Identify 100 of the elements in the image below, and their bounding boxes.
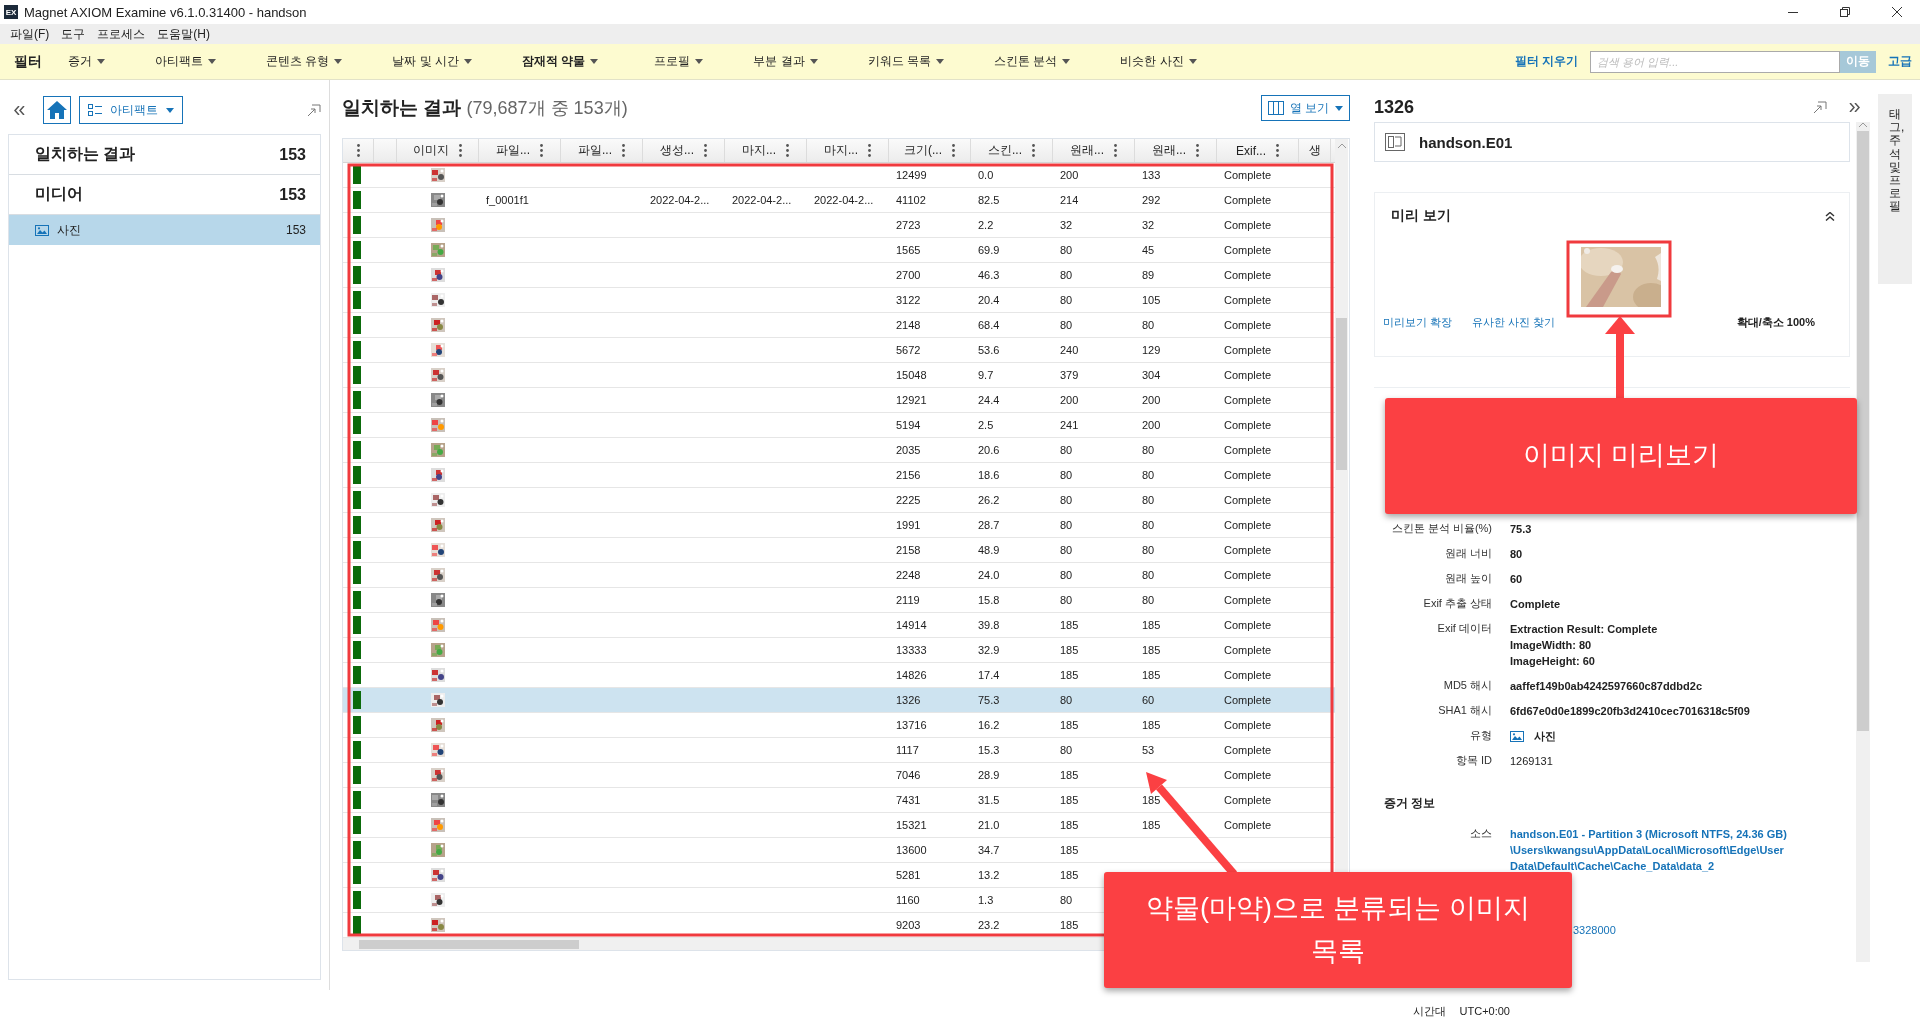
table-row[interactable]: 7431 31.5 185 185 Complete xyxy=(343,788,1335,813)
table-cell: 185 xyxy=(1142,819,1161,831)
filter-dropdown[interactable]: 스킨톤 분석 xyxy=(994,53,1071,70)
table-cell: Complete xyxy=(1224,519,1272,531)
column-header[interactable]: 마지... xyxy=(807,139,889,162)
collapse-icon[interactable] xyxy=(14,105,25,115)
chevron-up-icon[interactable] xyxy=(1825,211,1835,221)
columns-button[interactable]: 열 보기 xyxy=(1260,95,1350,121)
table-row[interactable]: 2035 20.6 80 80 Complete xyxy=(343,438,1335,463)
table-cell: Complete xyxy=(1224,294,1272,306)
column-header[interactable]: 원래... xyxy=(1053,139,1135,162)
table-row[interactable]: 13600 34.7 185 xyxy=(343,838,1335,863)
kebab-icon[interactable] xyxy=(868,144,871,157)
caret-icon xyxy=(1188,59,1197,64)
filter-dropdown[interactable]: 비슷한 사진 xyxy=(1120,53,1197,70)
scrollbar[interactable] xyxy=(1856,122,1870,962)
column-header[interactable]: 스킨... xyxy=(971,139,1053,162)
table-row[interactable]: 5672 53.6 240 129 Complete xyxy=(343,338,1335,363)
table-cell: 200 xyxy=(1142,419,1161,431)
kebab-icon[interactable] xyxy=(1276,144,1279,157)
column-header[interactable]: 크기(... xyxy=(889,139,971,162)
menu-item[interactable]: 파일(F) xyxy=(10,25,50,43)
status-marker xyxy=(353,416,361,434)
table-cell: 5672 xyxy=(896,344,921,356)
filter-dropdown[interactable]: 프로필 xyxy=(654,53,704,70)
preview-link[interactable]: 유사한 사진 찾기 xyxy=(1472,315,1556,330)
table-row[interactable]: 1565 69.9 80 45 Complete xyxy=(343,238,1335,263)
column-header[interactable]: 파일... xyxy=(479,139,561,162)
kebab-icon[interactable] xyxy=(952,144,955,157)
status-label: 시간대 xyxy=(1412,1003,1446,1019)
table-row[interactable]: 15321 21.0 185 185 Complete xyxy=(343,813,1335,838)
table-row[interactable]: 2158 48.9 80 80 Complete xyxy=(343,538,1335,563)
menu-item[interactable]: 도구 xyxy=(61,25,86,43)
filter-dropdown[interactable]: 잠재적 약물 xyxy=(522,53,599,70)
menu-item[interactable]: 프로세스 xyxy=(97,25,146,43)
table-cell: Complete xyxy=(1224,669,1272,681)
scrollbar-thumb[interactable] xyxy=(359,939,579,949)
kebab-icon[interactable] xyxy=(459,144,462,157)
kebab-icon[interactable] xyxy=(1196,144,1199,157)
kebab-icon[interactable] xyxy=(1032,144,1035,157)
column-header[interactable]: 파일... xyxy=(561,139,643,162)
search-field[interactable]: 검색 용어 입력... xyxy=(1590,50,1840,73)
side-tab[interactable]: 태그, 주석 및 프로필 xyxy=(1878,94,1912,284)
kebab-icon[interactable] xyxy=(540,144,543,157)
table-row[interactable]: 1326 75.3 80 60 Complete xyxy=(343,688,1335,713)
detail-link[interactable]: 3328000 xyxy=(1573,924,1850,936)
annotation-tooltip: 이미지 미리보기 xyxy=(1385,398,1857,514)
table-row[interactable]: 15048 9.7 379 304 Complete xyxy=(343,363,1335,388)
tree-item[interactable]: 사진 153 xyxy=(9,215,320,245)
table-row[interactable]: 5194 2.5 241 200 Complete xyxy=(343,413,1335,438)
caret-icon xyxy=(936,59,945,64)
preview-link[interactable]: 미리보기 확장 xyxy=(1383,315,1453,330)
filter-dropdown[interactable]: 증거 xyxy=(68,53,105,70)
clear-filters-link[interactable]: 필터 지우기 xyxy=(1514,53,1578,70)
filter-dropdown[interactable]: 부분 결과 xyxy=(753,53,818,70)
kebab-icon[interactable] xyxy=(1114,144,1117,157)
table-row[interactable]: f_0001f1 2022-04-2... 2022-04-2... 2022-04-2... 41102 82.5 214 292 Complete xyxy=(343,188,1335,213)
table-row[interactable]: 2156 18.6 80 80 Complete xyxy=(343,463,1335,488)
column-header[interactable]: 이미지 xyxy=(397,139,479,162)
advanced-link[interactable]: 고급 xyxy=(1888,53,1912,70)
table-row[interactable]: 1991 28.7 80 80 Complete xyxy=(343,513,1335,538)
kebab-icon[interactable] xyxy=(704,144,707,157)
table-row[interactable]: 2225 26.2 80 80 Complete xyxy=(343,488,1335,513)
chevron-up-icon xyxy=(1859,122,1867,127)
filter-dropdown[interactable]: 아티팩트 xyxy=(155,53,216,70)
table-row[interactable]: 12921 24.4 200 200 Complete xyxy=(343,388,1335,413)
kebab-icon[interactable] xyxy=(622,144,625,157)
table-row[interactable]: 2119 15.8 80 80 Complete xyxy=(343,588,1335,613)
filter-dropdown[interactable]: 콘텐츠 유형 xyxy=(266,53,343,70)
home-button[interactable] xyxy=(43,96,71,124)
tree-item[interactable]: 일치하는 결과 153 xyxy=(9,135,320,175)
kebab-icon[interactable] xyxy=(356,144,360,157)
table-row[interactable]: 2248 24.0 80 80 Complete xyxy=(343,563,1335,588)
view-dropdown[interactable]: 아티팩트 xyxy=(79,96,183,124)
table-row[interactable]: 12499 0.0 200 133 Complete xyxy=(343,163,1335,188)
expand-icon[interactable] xyxy=(1849,102,1860,112)
filter-dropdown[interactable]: 날짜 및 시간 xyxy=(392,53,472,70)
menu-item[interactable]: 도움말(H) xyxy=(157,25,210,43)
scrollbar-thumb[interactable] xyxy=(1857,131,1869,731)
table-row[interactable]: 3122 20.4 80 105 Complete xyxy=(343,288,1335,313)
column-header[interactable]: 생 xyxy=(1299,139,1331,162)
pin-icon[interactable] xyxy=(307,103,321,117)
table-row[interactable]: 13333 32.9 185 185 Complete xyxy=(343,638,1335,663)
table-row[interactable]: 2148 68.4 80 80 Complete xyxy=(343,313,1335,338)
scrollbar-thumb[interactable] xyxy=(1336,318,1347,470)
table-row[interactable]: 2700 46.3 80 89 Complete xyxy=(343,263,1335,288)
table-cell: 28.9 xyxy=(978,769,1000,781)
table-row[interactable]: 1117 15.3 80 53 Complete xyxy=(343,738,1335,763)
pin-icon[interactable] xyxy=(1813,100,1827,114)
source-link[interactable]: handson.E01 - Partition 3 (Microsoft NTFS, 24.36 GB) \Users\kwangsu\AppData\Local\Microsoft\Edge\User Data\Default\Cache\Cache_Data\data_2 xyxy=(1510,826,1850,874)
filter-dropdown[interactable]: 키워드 목록 xyxy=(867,53,945,70)
kebab-icon[interactable] xyxy=(786,144,789,157)
column-header[interactable]: Exif... xyxy=(1217,139,1299,162)
table-row[interactable]: 13716 16.2 185 185 Complete xyxy=(343,713,1335,738)
table-row[interactable]: 2723 2.2 32 32 Complete xyxy=(343,213,1335,238)
column-header[interactable]: 원래... xyxy=(1135,139,1217,162)
table-cell: 185 xyxy=(1142,669,1161,681)
table-row[interactable]: 14914 39.8 185 185 Complete xyxy=(343,613,1335,638)
column-header[interactable]: 생성... xyxy=(643,139,725,162)
column-header[interactable]: 마지... xyxy=(725,139,807,162)
